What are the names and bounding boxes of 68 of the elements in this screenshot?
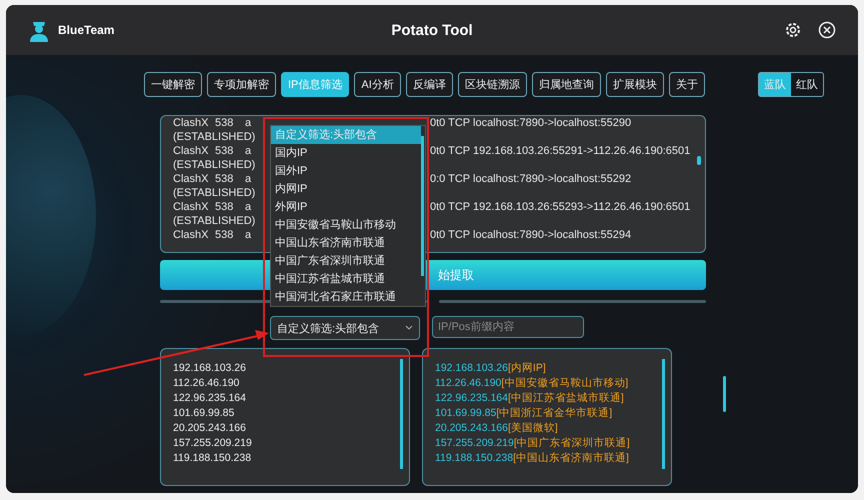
tab[interactable]: 反编译 <box>406 72 453 97</box>
log-text: 0t0 TCP localhost:7890->localhost:55290 <box>430 116 632 130</box>
menu-item[interactable]: 外网IP <box>271 198 421 216</box>
ip-address: 101.69.99.85 <box>173 406 236 421</box>
log-text: 538 <box>215 172 234 186</box>
menu-item[interactable]: 内网IP <box>271 180 421 198</box>
settings-icon[interactable] <box>784 21 802 39</box>
tab[interactable]: 关于 <box>668 72 705 97</box>
caret-icon <box>405 325 413 331</box>
log-text: 0t0 TCP localhost:7890->localhost:55294 <box>430 228 632 242</box>
menu-item[interactable]: 中国山东省济南市联通 <box>271 234 421 252</box>
log-text: a <box>245 172 252 186</box>
tab[interactable]: 区块链溯源 <box>458 72 527 97</box>
tab[interactable]: 专项加解密 <box>207 72 276 97</box>
tab[interactable]: 扩展模块 <box>606 72 664 97</box>
ip-address: 119.188.150.238 <box>173 451 252 466</box>
log-text: (ESTABLISHED) <box>173 130 256 144</box>
window-title: Potato Tool <box>390 22 474 38</box>
log-text: a <box>245 144 252 158</box>
scrollbar[interactable] <box>723 376 726 412</box>
ip-address: 20.205.243.166 <box>173 421 247 436</box>
close-icon[interactable] <box>818 21 836 39</box>
ip-address: 192.168.103.26 <box>173 361 247 376</box>
log-text: 538 <box>215 116 234 130</box>
log-text: (ESTABLISHED) <box>173 214 256 228</box>
ip-address: 112.26.46.190 <box>173 376 240 391</box>
log-text: (ESTABLISHED) <box>173 186 256 200</box>
log-text: 538 <box>215 228 234 242</box>
tab[interactable]: AI分析 <box>354 72 401 97</box>
brand-name: BlueTeam <box>58 23 114 37</box>
log-text: ClashX <box>173 116 210 130</box>
result-line: 122.96.235.164[中国江苏省盐城市联通] <box>435 391 625 406</box>
result-line: 119.188.150.238[中国山东省济南市联通] <box>435 451 630 466</box>
scrollbar[interactable] <box>400 359 403 469</box>
team-toggle-button[interactable]: 红队 <box>791 73 823 96</box>
menu-item[interactable]: 国外IP <box>271 162 421 180</box>
result-line: 192.168.103.26[内网IP] <box>435 361 547 376</box>
log-text: a <box>245 200 252 214</box>
log-text: (ESTABLISHED) <box>173 158 256 172</box>
filter-dropdown[interactable]: 自定义筛选:头部包含 <box>270 316 420 340</box>
menu-item[interactable]: 中国安徽省马鞍山市移动 <box>271 216 421 234</box>
log-text: 0:0 TCP localhost:7890->localhost:55292 <box>430 172 632 186</box>
result-line: 112.26.46.190[中国安徽省马鞍山市移动] <box>435 376 630 391</box>
log-text: 538 <box>215 200 234 214</box>
ip-address: 122.96.235.164 <box>173 391 247 406</box>
dropdown-value: 自定义筛选:头部包含 <box>277 322 380 336</box>
menu-item[interactable]: 中国河北省石家庄市联通 <box>271 288 421 306</box>
log-text: 0t0 TCP 192.168.103.26:55291->112.26.46.190:6501 <box>430 144 690 158</box>
log-text: ClashX <box>173 144 210 158</box>
tab[interactable]: 归属地查询 <box>532 72 601 97</box>
menu-item[interactable]: 国内IP <box>271 144 421 162</box>
log-text: ClashX <box>173 172 210 186</box>
log-text: 0t0 TCP 192.168.103.26:55293->112.26.46.190:6501 <box>430 200 690 214</box>
result-line: 101.69.99.85[中国浙江省金华市联通] <box>435 406 614 421</box>
scrollbar[interactable] <box>421 136 424 276</box>
log-text: ClashX <box>173 228 210 242</box>
log-text: a <box>245 116 252 130</box>
scrollbar[interactable] <box>697 156 701 165</box>
log-text: a <box>245 228 252 242</box>
log-text: ClashX <box>173 200 210 214</box>
result-line: 157.255.209.219[中国广东省深圳市联通] <box>435 436 631 451</box>
scrollbar[interactable] <box>662 359 665 469</box>
prefix-input-field[interactable]: IP/Pos前缀内容 <box>432 316 584 338</box>
result-line: 20.205.243.166[美国微软] <box>435 421 559 436</box>
ip-address: 157.255.209.219 <box>173 436 253 451</box>
log-text: 538 <box>215 144 234 158</box>
menu-item[interactable]: 中国江苏省盐城市联通 <box>271 270 421 288</box>
tab[interactable]: 一键解密 <box>144 72 202 97</box>
